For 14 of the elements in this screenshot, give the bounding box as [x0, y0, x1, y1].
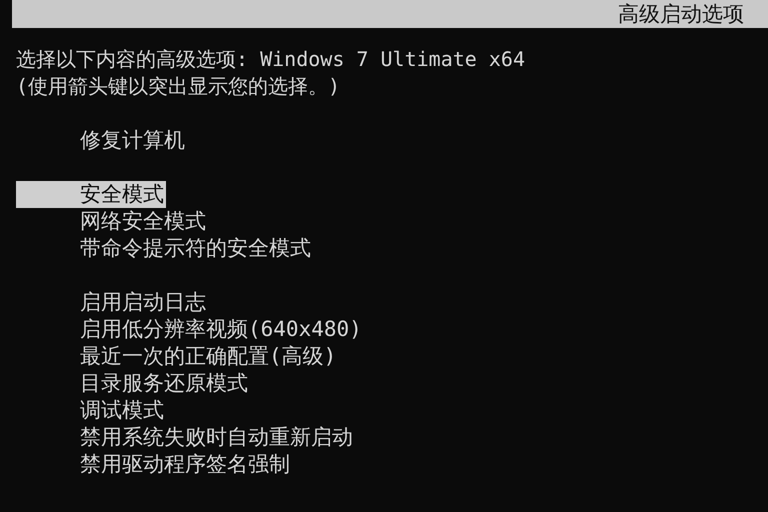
- prompt-text: 选择以下内容的高级选项: Windows 7 Ultimate x64: [16, 46, 526, 73]
- boot-option[interactable]: 禁用系统失败时自动重新启动: [16, 424, 550, 451]
- boot-option[interactable]: 最近一次的正确配置(高级): [16, 343, 550, 370]
- boot-option[interactable]: 调试模式: [16, 397, 550, 424]
- boot-option[interactable]: 网络安全模式: [16, 208, 550, 235]
- boot-option[interactable]: 禁用驱动程序签名强制: [16, 451, 550, 478]
- boot-option[interactable]: 启用启动日志: [16, 289, 550, 316]
- boot-option[interactable]: 启用低分辨率视频(640x480): [16, 316, 550, 343]
- screen-title: 高级启动选项: [618, 1, 744, 28]
- boot-option[interactable]: 安全模式: [16, 181, 166, 208]
- boot-option[interactable]: 修复计算机: [16, 127, 550, 154]
- hint-text: (使用箭头键以突出显示您的选择。): [16, 73, 342, 100]
- boot-option[interactable]: 带命令提示符的安全模式: [16, 235, 550, 262]
- boot-option[interactable]: 目录服务还原模式: [16, 370, 550, 397]
